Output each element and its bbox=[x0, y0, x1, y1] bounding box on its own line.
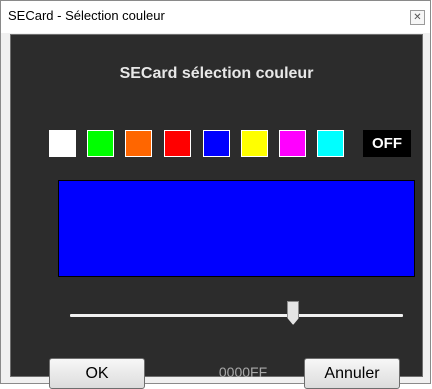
dialog-panel: SECard sélection couleur OFF OK 0000FF A… bbox=[10, 34, 423, 389]
off-button[interactable]: OFF bbox=[363, 130, 411, 157]
brightness-slider-track[interactable] bbox=[70, 314, 403, 317]
swatch-white[interactable] bbox=[49, 130, 76, 157]
ok-button[interactable]: OK bbox=[49, 358, 145, 389]
title-bar: SECard - Sélection couleur ✕ bbox=[1, 1, 430, 33]
swatch-yellow[interactable] bbox=[241, 130, 268, 157]
swatch-blue[interactable] bbox=[203, 130, 230, 157]
swatch-cyan[interactable] bbox=[317, 130, 344, 157]
swatch-orange[interactable] bbox=[125, 130, 152, 157]
slider-thumb[interactable] bbox=[287, 301, 300, 325]
swatch-magenta[interactable] bbox=[279, 130, 306, 157]
dialog-heading: SECard sélection couleur bbox=[119, 65, 314, 82]
hex-value: 0000FF bbox=[218, 364, 268, 380]
color-preview bbox=[58, 180, 415, 277]
color-selection-window: SECard - Sélection couleur ✕ SECard séle… bbox=[0, 0, 431, 389]
swatch-green[interactable] bbox=[87, 130, 114, 157]
window-title: SECard - Sélection couleur bbox=[8, 8, 165, 23]
swatch-red[interactable] bbox=[164, 130, 191, 157]
cancel-button[interactable]: Annuler bbox=[304, 358, 400, 389]
close-icon[interactable]: ✕ bbox=[410, 10, 425, 25]
